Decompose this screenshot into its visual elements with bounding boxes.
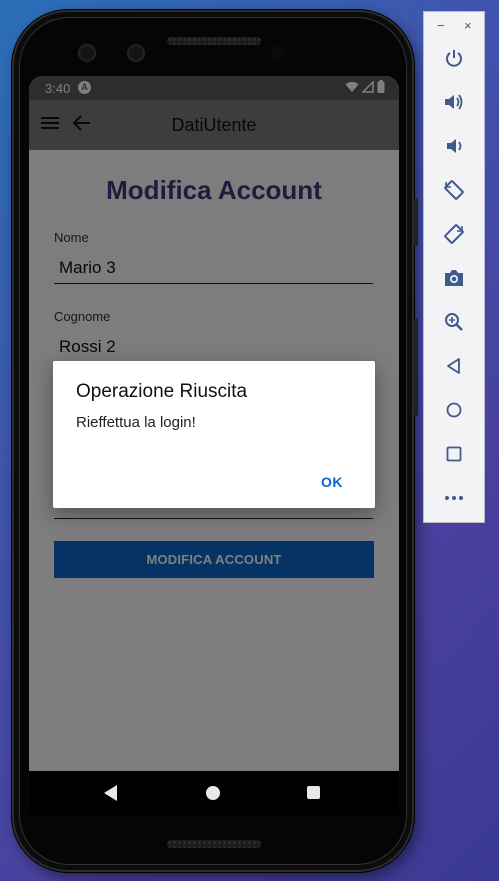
nav-recents-icon[interactable]: [307, 786, 320, 799]
more-icon[interactable]: [441, 485, 467, 511]
front-camera: [127, 44, 145, 62]
front-sensor: [78, 44, 96, 62]
rotate-left-icon[interactable]: [441, 177, 467, 203]
nav-back-icon[interactable]: [104, 785, 118, 801]
earpiece-speaker: [167, 37, 261, 45]
back-icon[interactable]: [441, 353, 467, 379]
bottom-speaker: [167, 840, 261, 848]
zoom-icon[interactable]: [441, 309, 467, 335]
camera-icon[interactable]: [441, 265, 467, 291]
overview-icon[interactable]: [441, 441, 467, 467]
home-icon[interactable]: [441, 397, 467, 423]
volume-down-icon[interactable]: [441, 133, 467, 159]
proximity-sensor: [271, 46, 285, 60]
dialog-ok-button[interactable]: OK: [321, 474, 343, 490]
side-button-power: [414, 198, 418, 246]
emulator-toolbar: − ×: [423, 11, 485, 523]
navigation-bar: [29, 771, 399, 815]
phone-screen: 3:40 A DatiUtente Modifica Account Nome …: [29, 76, 399, 815]
minimize-button[interactable]: −: [437, 18, 445, 33]
dialog-title: Operazione Riuscita: [76, 381, 248, 402]
rotate-right-icon[interactable]: [441, 221, 467, 247]
side-button-volume: [414, 318, 418, 416]
dialog-message: Rieffettua la login!: [76, 414, 196, 431]
close-button[interactable]: ×: [464, 18, 472, 33]
nav-home-icon[interactable]: [206, 786, 220, 800]
volume-up-icon[interactable]: [441, 89, 467, 115]
power-icon[interactable]: [441, 45, 467, 71]
alert-dialog: Operazione Riuscita Rieffettua la login!…: [53, 361, 375, 508]
